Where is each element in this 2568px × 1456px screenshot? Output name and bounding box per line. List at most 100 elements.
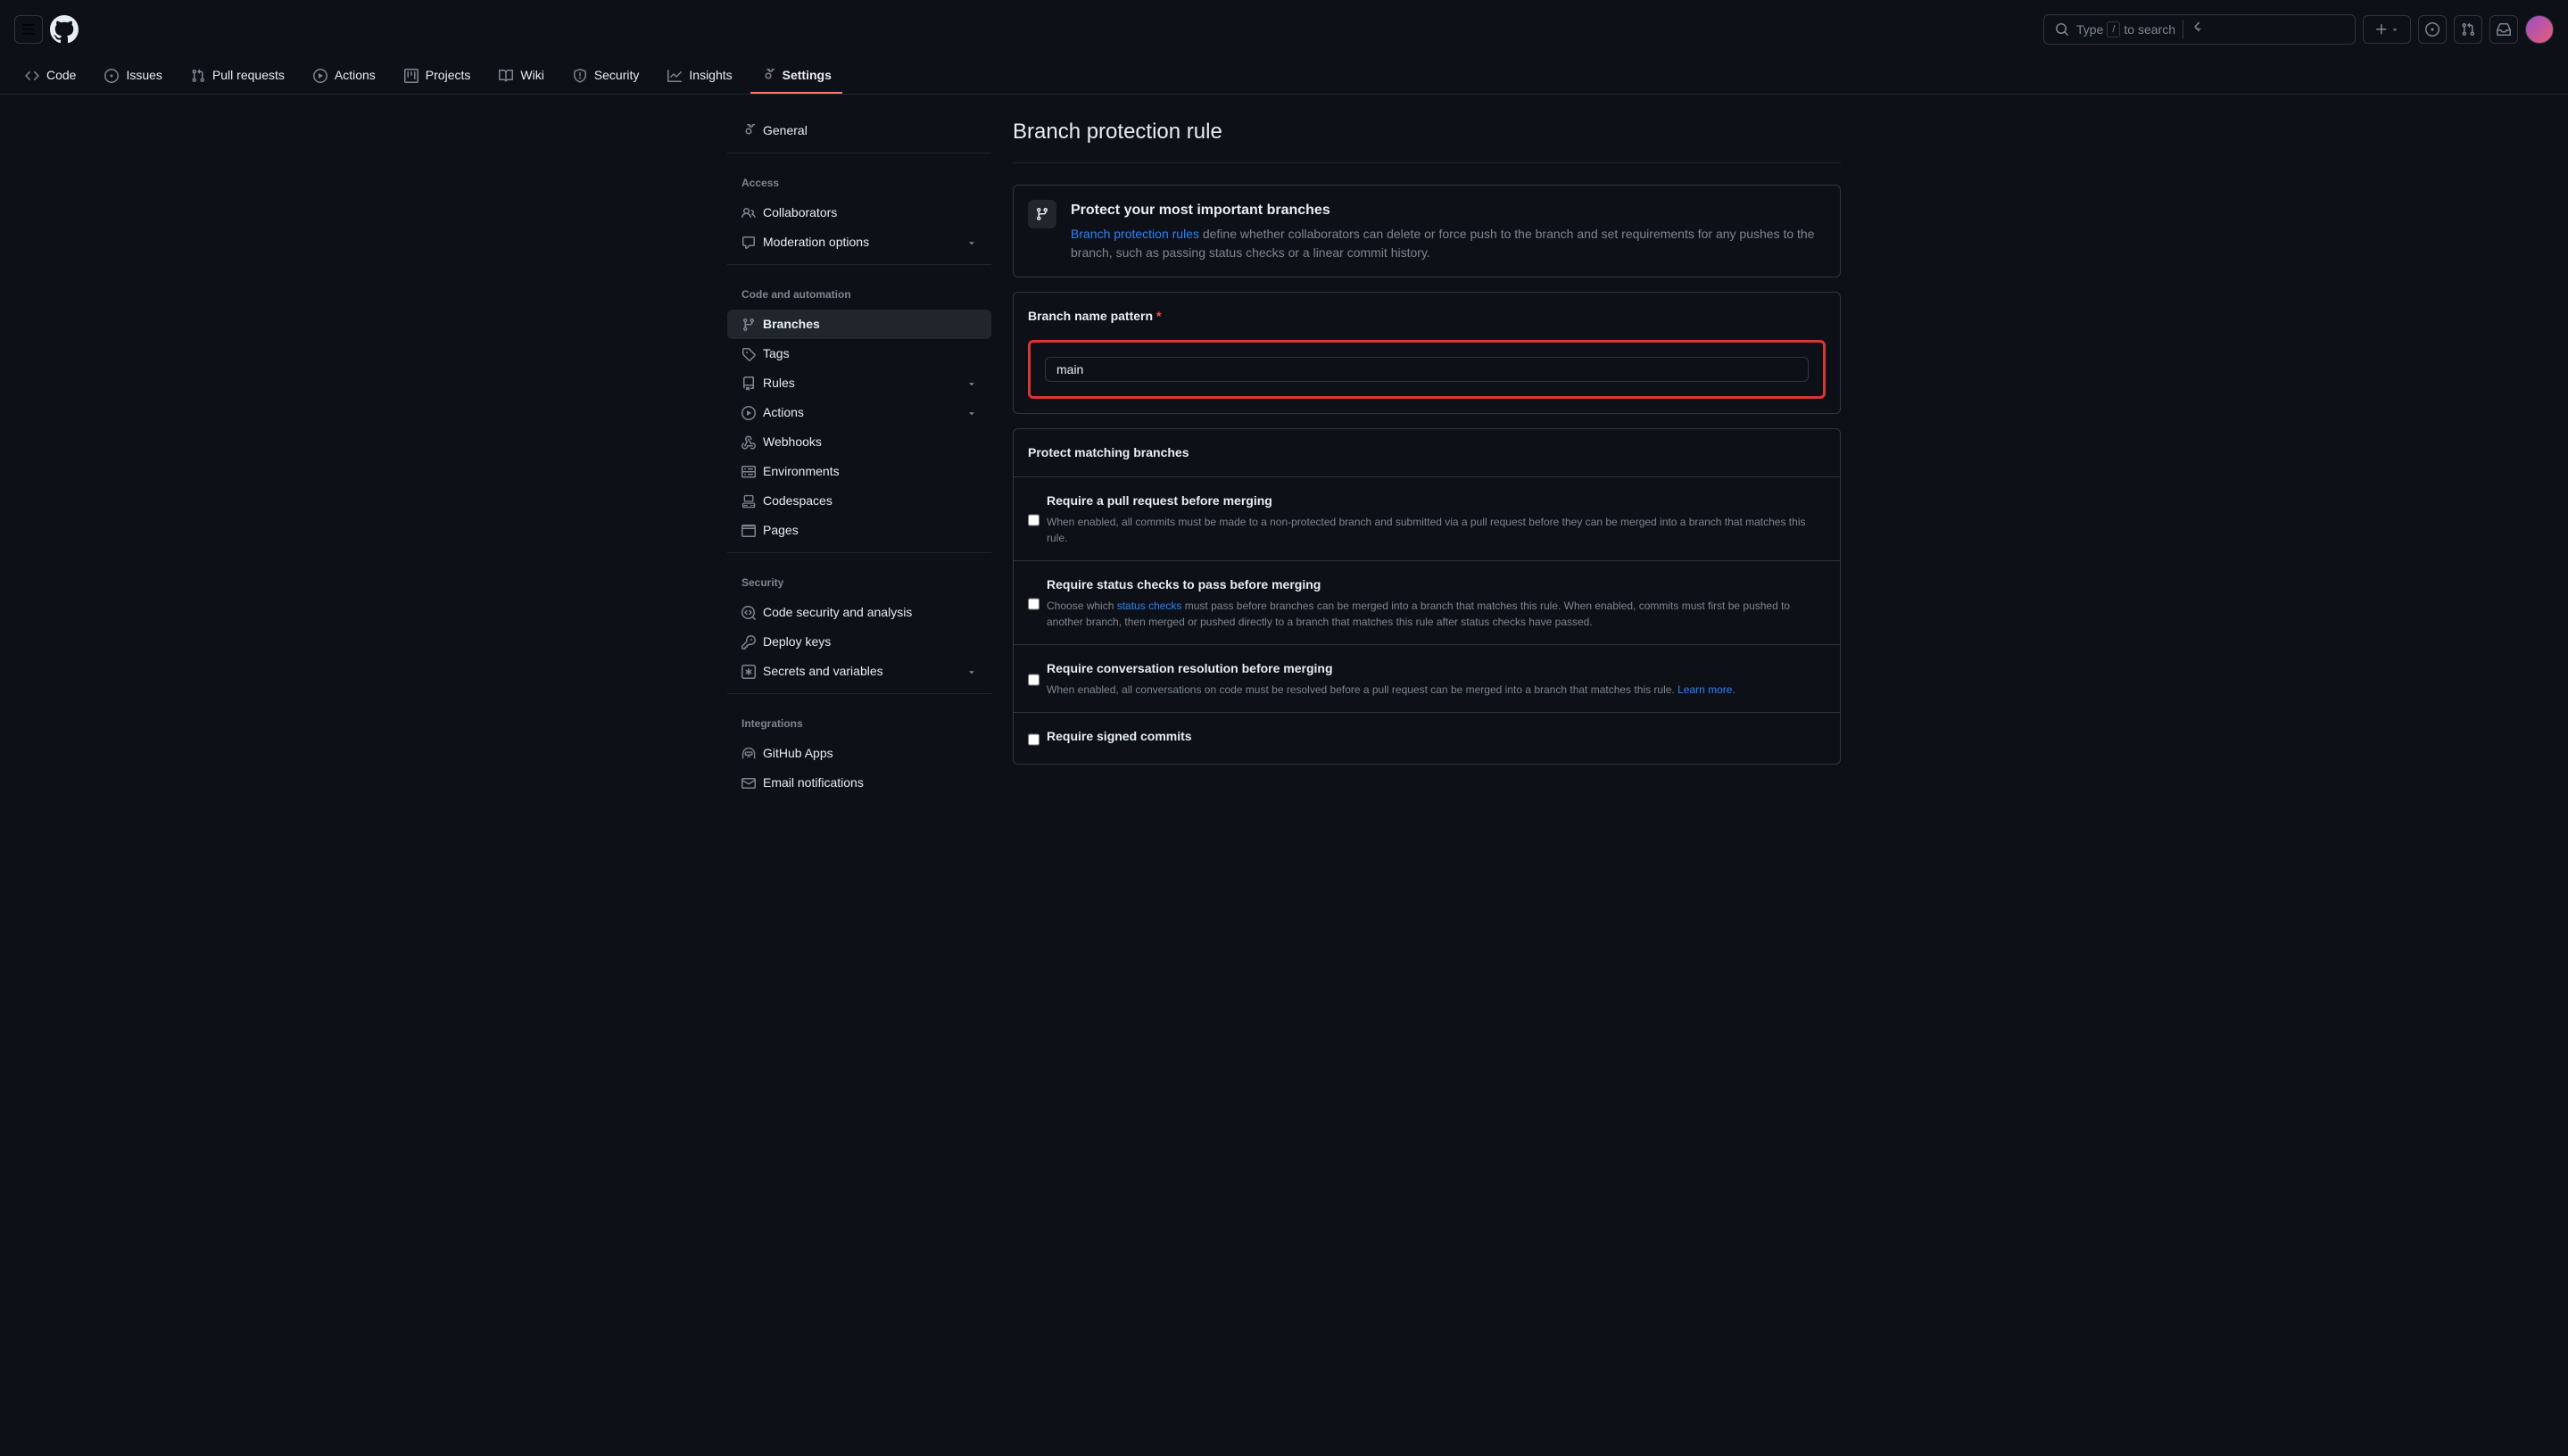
- sidebar-actions[interactable]: Actions: [727, 398, 991, 427]
- book-icon: [499, 69, 513, 83]
- sidebar-automation-title: Code and automation: [727, 279, 991, 310]
- info-link[interactable]: Branch protection rules: [1071, 227, 1199, 241]
- repo-icon: [741, 376, 756, 391]
- pattern-box: Branch name pattern *: [1013, 292, 1841, 414]
- rule-conversation-desc: When enabled, all conversations on code …: [1047, 682, 1735, 698]
- rules-box: Protect matching branches Require a pull…: [1013, 428, 1841, 765]
- sidebar-integrations-title: Integrations: [727, 708, 991, 739]
- issue-icon: [2425, 22, 2440, 37]
- code-icon: [25, 69, 39, 83]
- required-indicator: *: [1156, 309, 1161, 323]
- inbox-icon: [2497, 22, 2511, 37]
- nav-insights-label: Insights: [689, 66, 732, 85]
- nav-actions-label: Actions: [335, 66, 376, 85]
- people-icon: [741, 206, 756, 220]
- nav-projects[interactable]: Projects: [393, 59, 482, 94]
- sidebar-branches-label: Branches: [763, 315, 820, 334]
- rule-require-pr-title: Require a pull request before merging: [1047, 492, 1826, 510]
- sidebar-github-apps[interactable]: GitHub Apps: [727, 739, 991, 768]
- sidebar-moderation[interactable]: Moderation options: [727, 228, 991, 257]
- rule-conversation-checkbox[interactable]: [1028, 662, 1040, 698]
- github-icon: [50, 15, 79, 44]
- pull-requests-button[interactable]: [2454, 15, 2482, 44]
- issue-icon: [104, 69, 119, 83]
- hamburger-menu-button[interactable]: [14, 15, 43, 44]
- sidebar-secrets[interactable]: Secrets and variables: [727, 657, 991, 686]
- sidebar-actions-label: Actions: [763, 403, 804, 422]
- nav-issues-label: Issues: [126, 66, 162, 85]
- info-description: Branch protection rules define whether c…: [1071, 225, 1826, 262]
- status-checks-link[interactable]: status checks: [1117, 600, 1182, 612]
- rule-conversation-resolution: Require conversation resolution before m…: [1014, 645, 1840, 713]
- sidebar-security-title: Security: [727, 567, 991, 598]
- info-box: Protect your most important branches Bra…: [1013, 185, 1841, 277]
- rule-require-pr-checkbox[interactable]: [1028, 494, 1040, 546]
- issues-button[interactable]: [2418, 15, 2447, 44]
- gear-icon: [741, 124, 756, 138]
- shield-icon: [573, 69, 587, 83]
- nav-insights[interactable]: Insights: [657, 59, 742, 94]
- sidebar-email-notifications[interactable]: Email notifications: [727, 768, 991, 798]
- sidebar-rules-label: Rules: [763, 374, 795, 393]
- nav-wiki-label: Wiki: [520, 66, 543, 85]
- page-title: Branch protection rule: [1013, 116, 1841, 148]
- pull-request-icon: [191, 69, 205, 83]
- sidebar-pages[interactable]: Pages: [727, 516, 991, 545]
- sidebar-moderation-label: Moderation options: [763, 233, 869, 252]
- nav-code-label: Code: [46, 66, 76, 85]
- hamburger-icon: [21, 22, 36, 37]
- sidebar-code-security[interactable]: Code security and analysis: [727, 598, 991, 627]
- browser-icon: [741, 524, 756, 538]
- nav-projects-label: Projects: [426, 66, 471, 85]
- learn-more-link[interactable]: Learn more.: [1677, 683, 1735, 696]
- comment-icon: [741, 236, 756, 250]
- sidebar-email-notifications-label: Email notifications: [763, 774, 864, 792]
- sidebar-environments[interactable]: Environments: [727, 457, 991, 486]
- nav-security-label: Security: [594, 66, 640, 85]
- sidebar-webhooks[interactable]: Webhooks: [727, 427, 991, 457]
- rule-require-pr: Require a pull request before merging Wh…: [1014, 477, 1840, 561]
- nav-actions[interactable]: Actions: [302, 59, 386, 94]
- sidebar-branches[interactable]: Branches: [727, 310, 991, 339]
- branch-icon: [1035, 207, 1049, 221]
- command-palette-button[interactable]: [2183, 20, 2212, 39]
- webhook-icon: [741, 435, 756, 450]
- key-asterisk-icon: [741, 665, 756, 679]
- codespaces-icon: [741, 494, 756, 509]
- nav-code[interactable]: Code: [14, 59, 87, 94]
- sidebar-code-security-label: Code security and analysis: [763, 603, 912, 622]
- sidebar-tags-label: Tags: [763, 344, 790, 363]
- sidebar-collaborators[interactable]: Collaborators: [727, 198, 991, 228]
- rule-signed-commits-title: Require signed commits: [1047, 727, 1192, 746]
- rule-status-checks-checkbox[interactable]: [1028, 578, 1040, 630]
- sidebar-rules[interactable]: Rules: [727, 368, 991, 398]
- rule-status-checks: Require status checks to pass before mer…: [1014, 561, 1840, 645]
- create-new-button[interactable]: [2363, 15, 2411, 44]
- nav-settings-label: Settings: [783, 66, 832, 85]
- sidebar-deploy-keys[interactable]: Deploy keys: [727, 627, 991, 657]
- nav-wiki[interactable]: Wiki: [488, 59, 554, 94]
- nav-issues[interactable]: Issues: [94, 59, 172, 94]
- user-avatar[interactable]: [2525, 15, 2554, 44]
- sidebar-tags[interactable]: Tags: [727, 339, 991, 368]
- rule-signed-commits-checkbox[interactable]: [1028, 730, 1040, 749]
- github-logo[interactable]: [50, 15, 79, 44]
- nav-settings[interactable]: Settings: [750, 59, 842, 94]
- branch-pattern-input[interactable]: [1045, 357, 1809, 382]
- rule-signed-commits: Require signed commits: [1014, 713, 1840, 764]
- sidebar-codespaces[interactable]: Codespaces: [727, 486, 991, 516]
- tag-icon: [741, 347, 756, 361]
- sidebar-webhooks-label: Webhooks: [763, 433, 822, 451]
- sidebar-github-apps-label: GitHub Apps: [763, 744, 833, 763]
- sidebar-secrets-label: Secrets and variables: [763, 662, 883, 681]
- notifications-button[interactable]: [2489, 15, 2518, 44]
- chevron-down-icon: [966, 408, 977, 418]
- search-input[interactable]: Type / to search: [2043, 14, 2356, 45]
- graph-icon: [667, 69, 682, 83]
- pattern-input-highlight: [1028, 340, 1826, 399]
- gear-icon: [761, 69, 775, 83]
- sidebar-general[interactable]: General: [727, 116, 991, 145]
- nav-security[interactable]: Security: [562, 59, 650, 94]
- rule-require-pr-desc: When enabled, all commits must be made t…: [1047, 514, 1826, 546]
- nav-pull-requests[interactable]: Pull requests: [180, 59, 295, 94]
